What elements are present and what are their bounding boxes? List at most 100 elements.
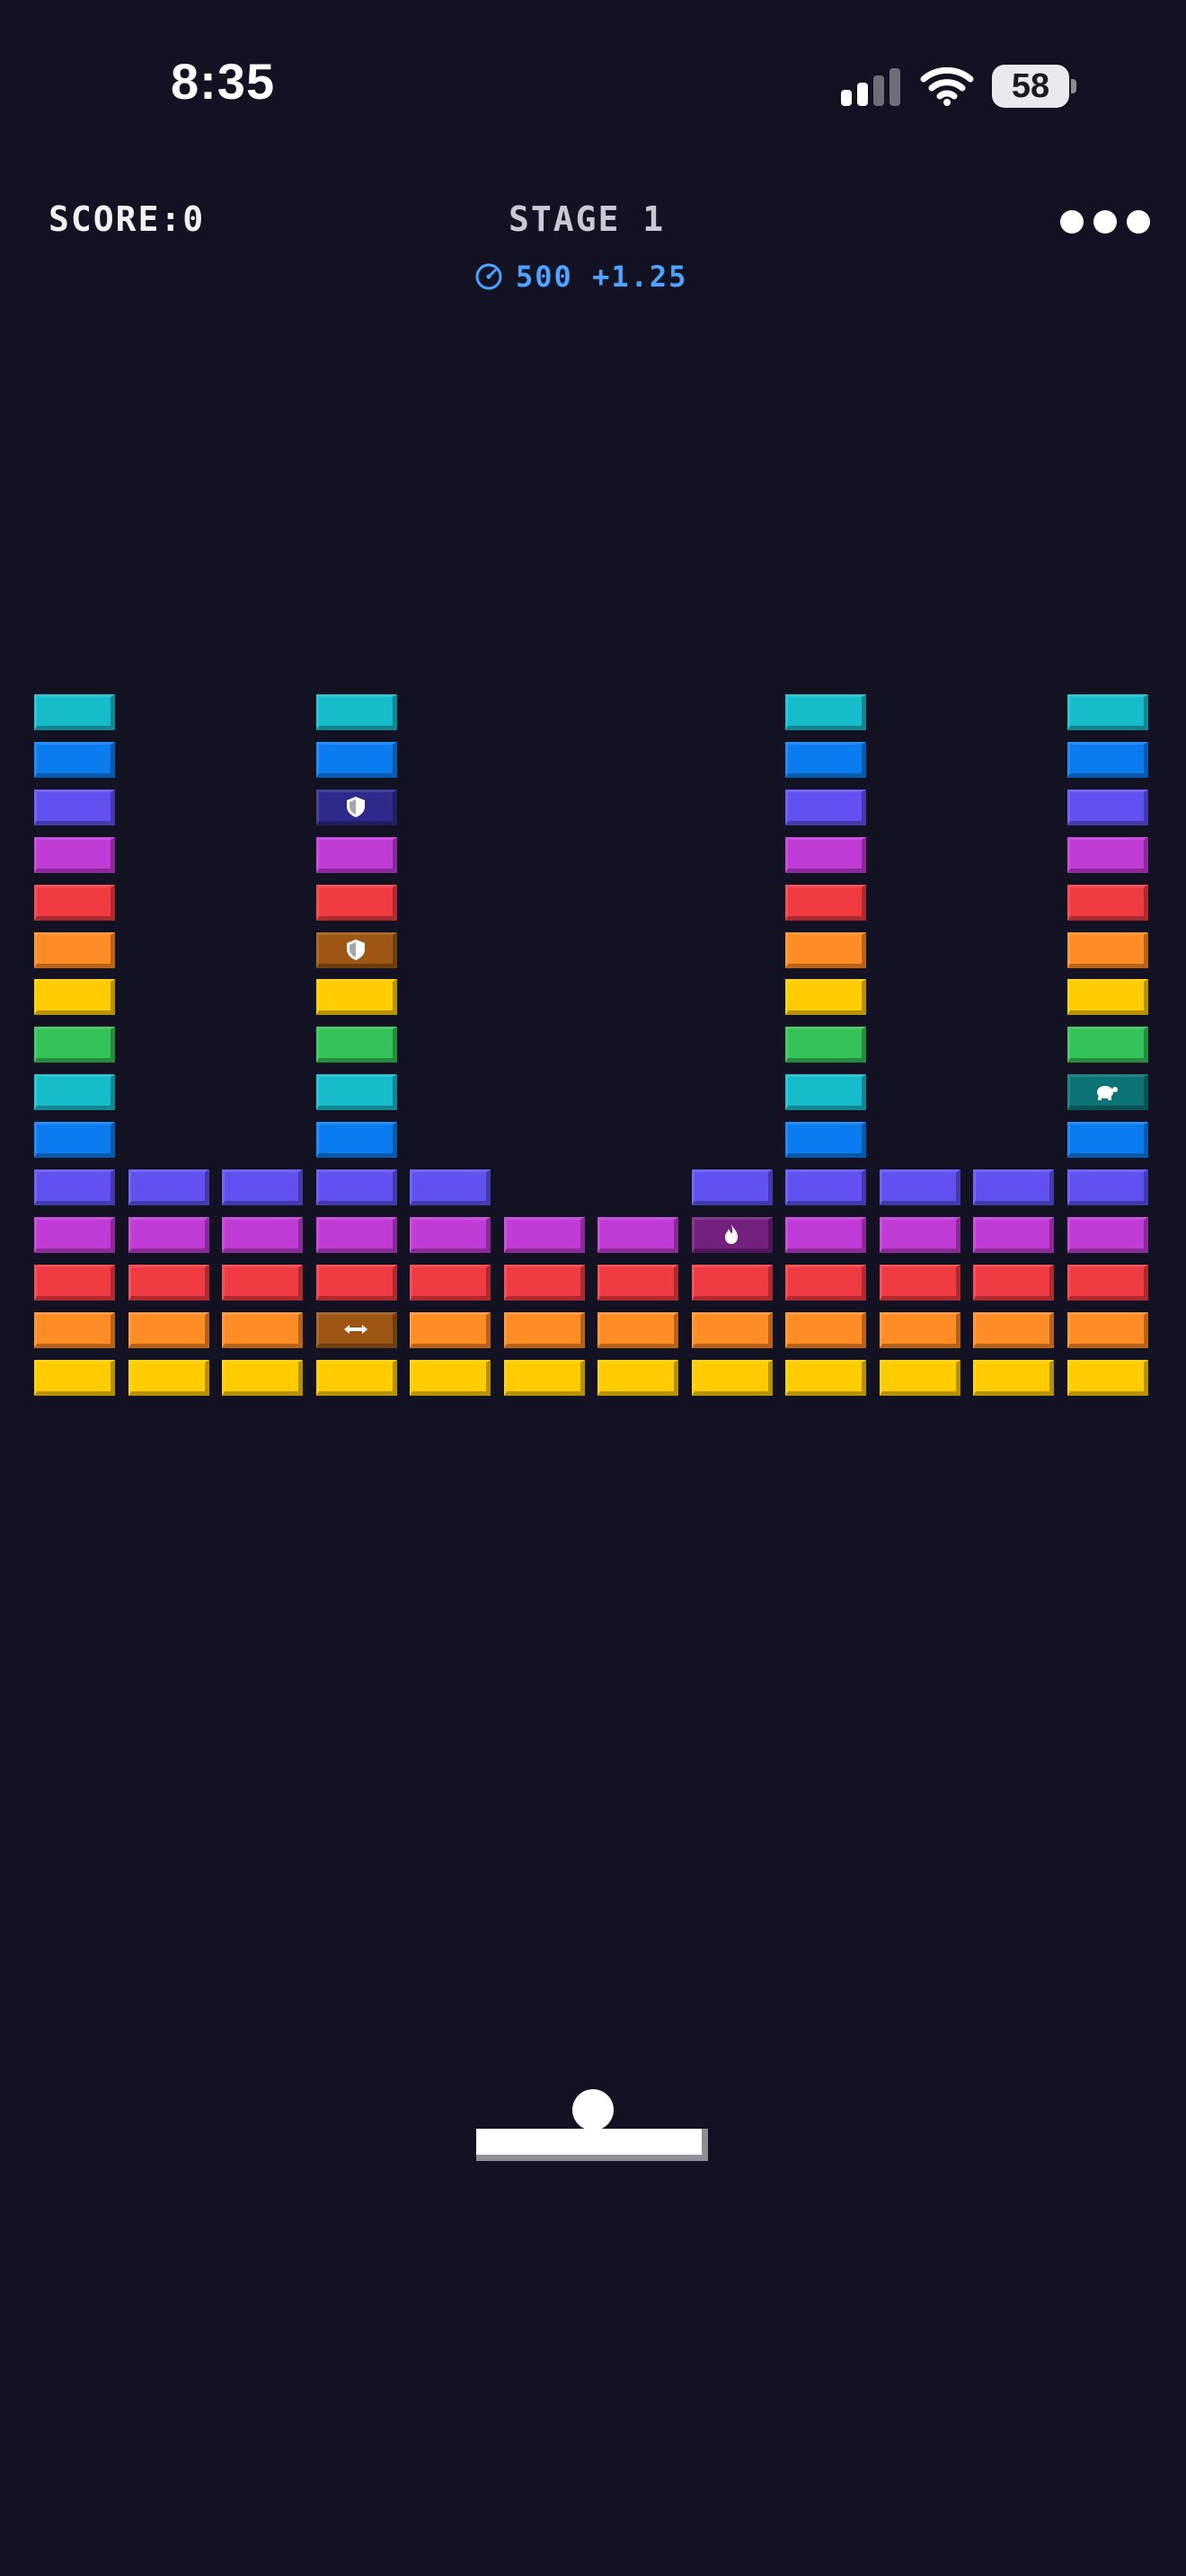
brick — [315, 741, 397, 778]
brick — [34, 1074, 115, 1111]
brick — [410, 1216, 491, 1253]
brick — [1067, 694, 1148, 730]
brick — [222, 1169, 303, 1205]
powerup-brick — [315, 1311, 397, 1348]
wifi-icon — [920, 66, 974, 106]
brick — [34, 1216, 115, 1253]
battery-indicator: 58 — [992, 65, 1069, 108]
score-label: SCORE:0 — [49, 199, 206, 239]
brick — [597, 1216, 678, 1253]
brick-field — [0, 0, 1186, 2576]
brick — [879, 1264, 960, 1301]
brick — [785, 694, 866, 730]
speed-indicator: 500 +1.25 — [474, 259, 687, 295]
brick — [785, 789, 866, 825]
brick — [34, 884, 115, 921]
more-dots-icon[interactable] — [1057, 207, 1154, 235]
brick — [785, 931, 866, 968]
brick — [315, 836, 397, 873]
brick — [34, 1122, 115, 1159]
brick — [973, 1359, 1054, 1396]
brick — [315, 1264, 397, 1301]
battery-tip — [1071, 79, 1076, 93]
brick — [1067, 1359, 1148, 1396]
brick — [1067, 979, 1148, 1016]
brick — [34, 931, 115, 968]
brick — [1067, 1311, 1148, 1348]
brick — [1067, 741, 1148, 778]
brick — [785, 884, 866, 921]
brick — [597, 1264, 678, 1301]
brick — [34, 1264, 115, 1301]
brick — [222, 1216, 303, 1253]
brick — [503, 1311, 585, 1348]
cellular-signal-icon — [841, 66, 900, 106]
shield-icon — [342, 938, 369, 961]
brick — [222, 1359, 303, 1396]
brick — [222, 1264, 303, 1301]
brick — [34, 979, 115, 1016]
brick — [691, 1359, 773, 1396]
brick — [315, 1122, 397, 1159]
brick — [315, 1359, 397, 1396]
brick — [503, 1359, 585, 1396]
brick — [691, 1311, 773, 1348]
powerup-brick — [315, 789, 397, 825]
status-time: 8:35 — [171, 53, 276, 110]
brick — [1067, 1169, 1148, 1205]
brick — [128, 1169, 209, 1205]
fire-icon — [718, 1222, 745, 1246]
brick — [785, 979, 866, 1016]
brick — [785, 1074, 866, 1111]
brick — [503, 1216, 585, 1253]
brick — [128, 1359, 209, 1396]
powerup-brick — [1067, 1074, 1148, 1111]
brick — [597, 1311, 678, 1348]
brick — [315, 1169, 397, 1205]
brick — [691, 1169, 773, 1205]
brick — [785, 1169, 866, 1205]
brick — [785, 1264, 866, 1301]
brick — [785, 1122, 866, 1159]
brick — [1067, 836, 1148, 873]
paddle[interactable] — [476, 2129, 708, 2161]
brick — [34, 741, 115, 778]
brick — [973, 1169, 1054, 1205]
brick — [879, 1216, 960, 1253]
brick — [315, 694, 397, 730]
brick — [1067, 1264, 1148, 1301]
brick — [34, 1027, 115, 1063]
brick — [315, 979, 397, 1016]
brick — [879, 1359, 960, 1396]
brick — [785, 741, 866, 778]
brick — [691, 1264, 773, 1301]
powerup-brick — [691, 1216, 773, 1253]
expand-arrows-icon — [342, 1318, 369, 1341]
brick — [973, 1311, 1054, 1348]
brick — [315, 1216, 397, 1253]
brick — [785, 836, 866, 873]
brick — [1067, 1027, 1148, 1063]
brick — [879, 1311, 960, 1348]
stage-label: STAGE 1 — [509, 199, 666, 239]
brick — [879, 1169, 960, 1205]
brick — [1067, 884, 1148, 921]
brick — [34, 1169, 115, 1205]
brick — [410, 1311, 491, 1348]
brick — [128, 1216, 209, 1253]
brick — [597, 1359, 678, 1396]
brick — [315, 1074, 397, 1111]
brick — [1067, 1216, 1148, 1253]
brick — [973, 1264, 1054, 1301]
brick — [973, 1216, 1054, 1253]
brick — [34, 694, 115, 730]
brick — [34, 1311, 115, 1348]
brick — [1067, 789, 1148, 825]
brick — [315, 1027, 397, 1063]
brick — [785, 1311, 866, 1348]
brick — [1067, 1122, 1148, 1159]
brick — [410, 1264, 491, 1301]
brick — [222, 1311, 303, 1348]
speed-text: 500 +1.25 — [516, 260, 688, 294]
brick — [128, 1264, 209, 1301]
